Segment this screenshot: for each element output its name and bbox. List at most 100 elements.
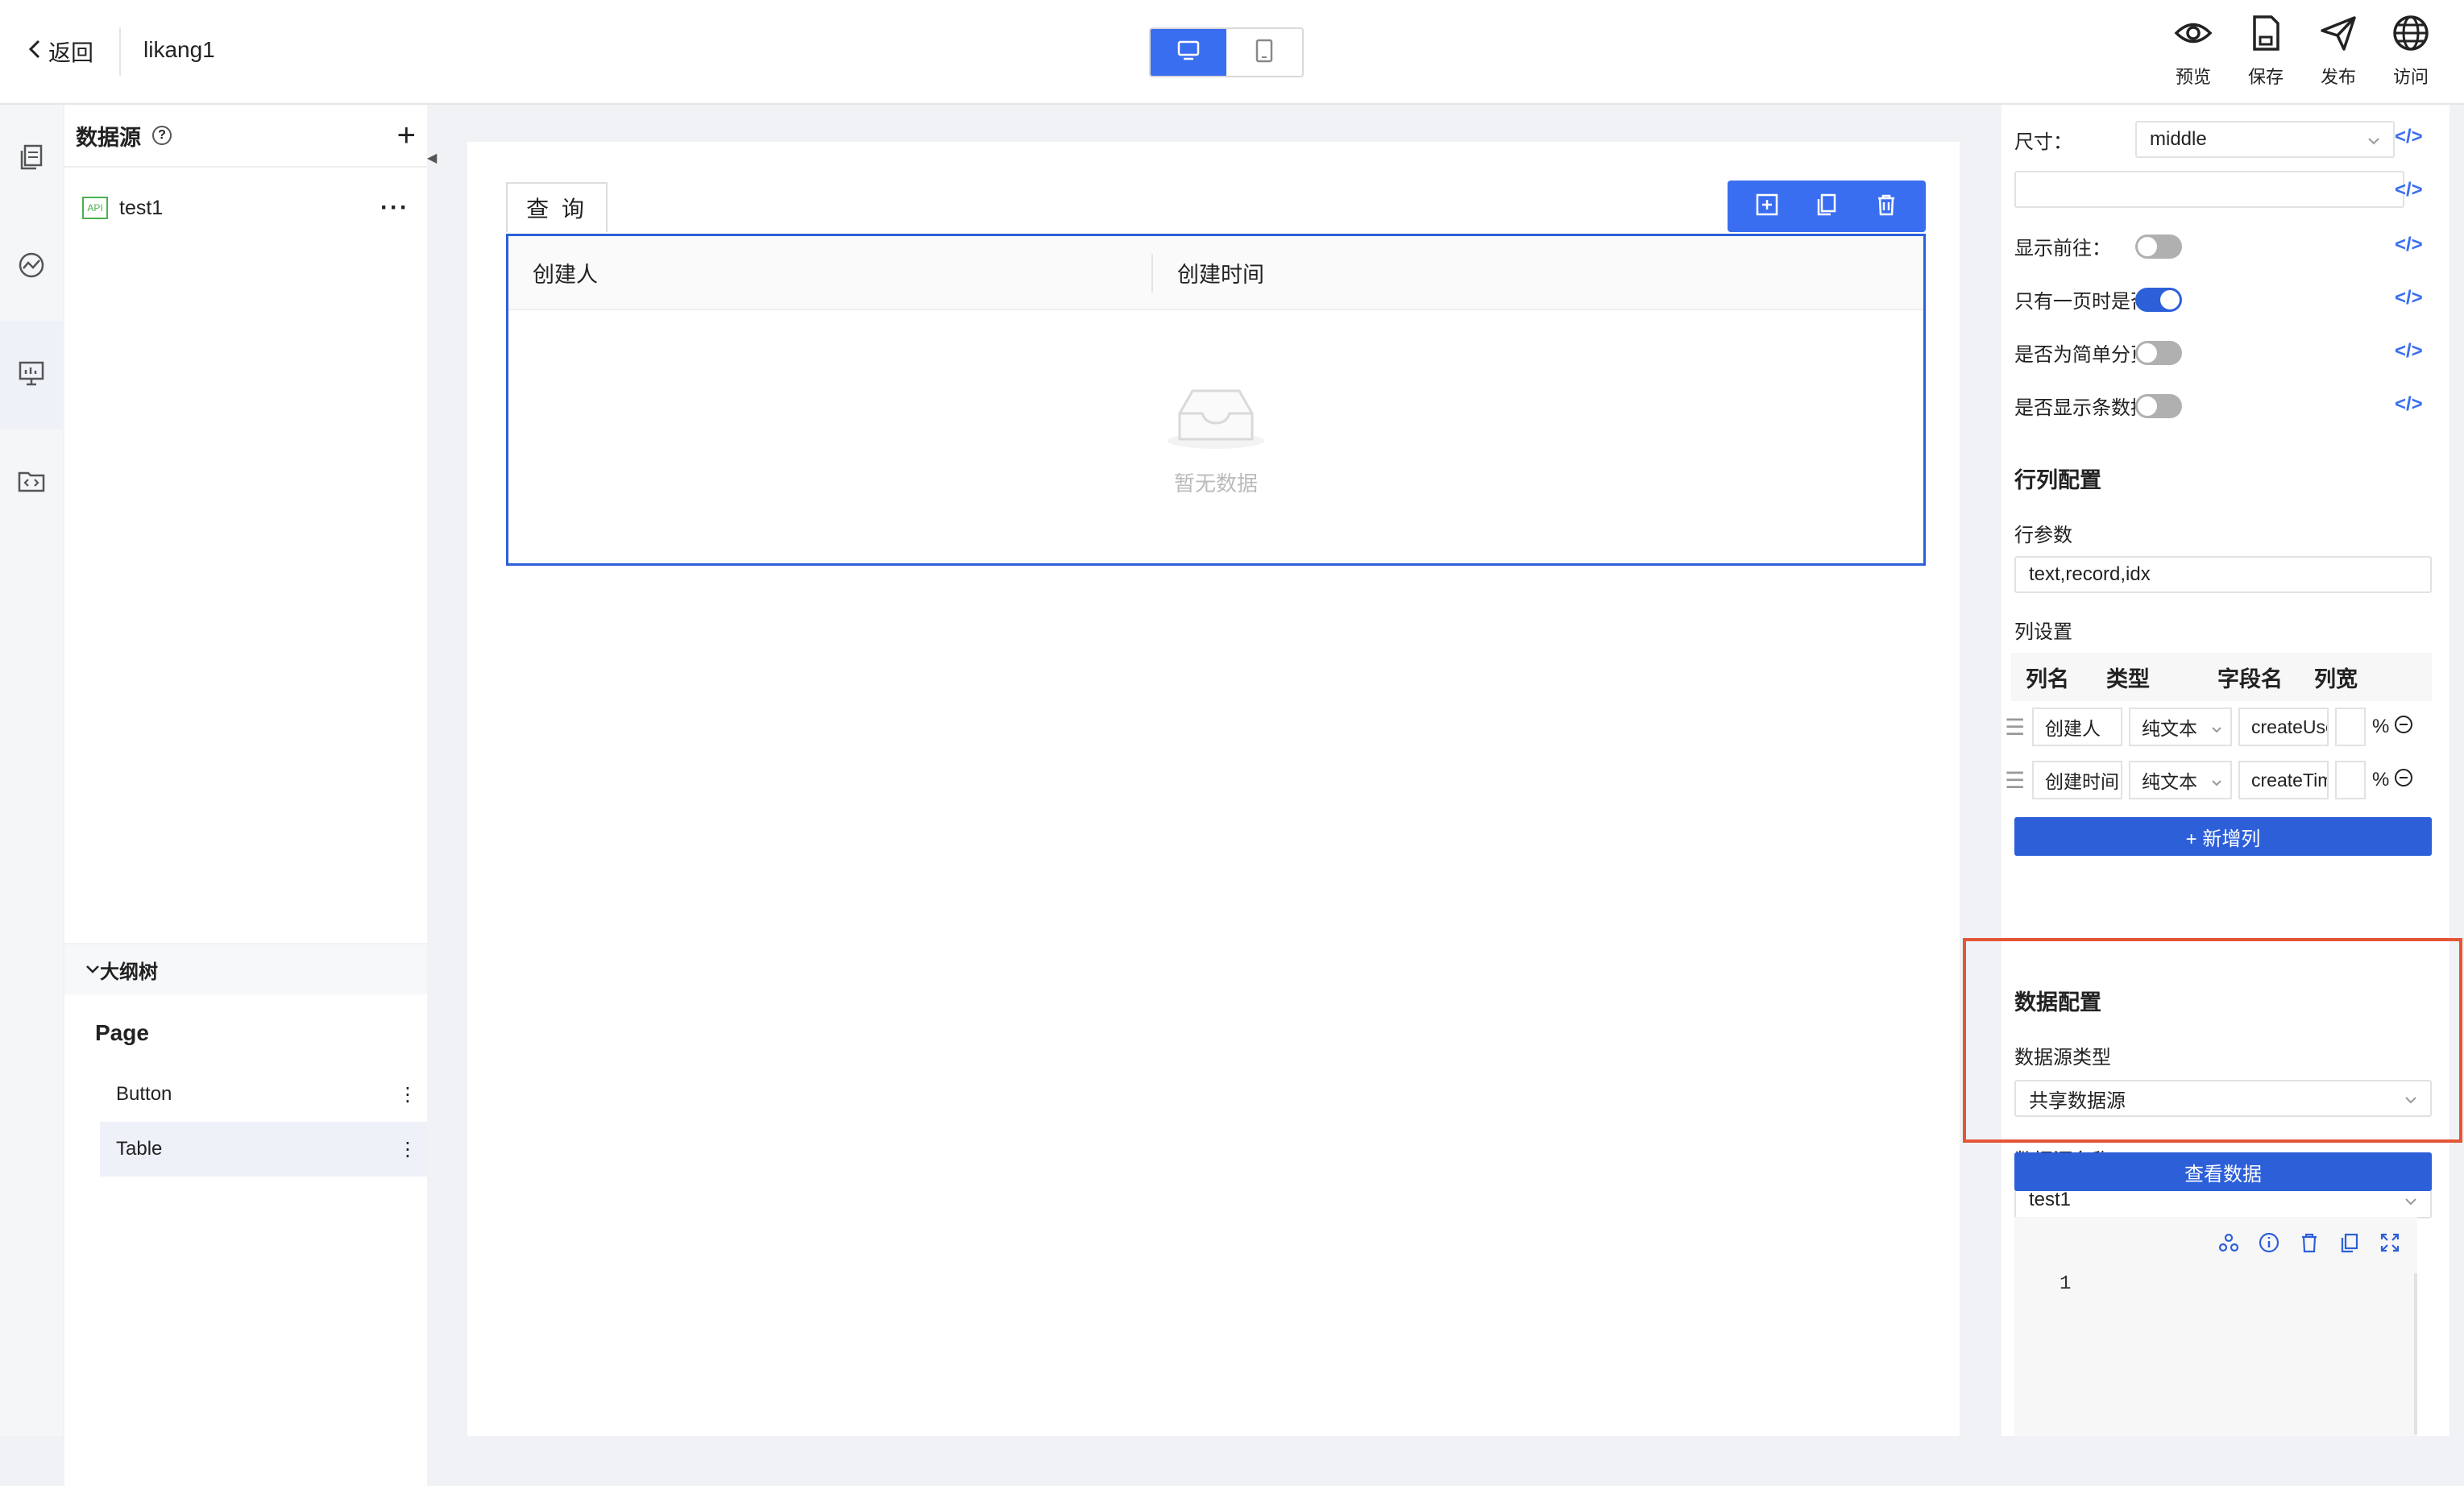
format-icon[interactable] <box>2217 1231 2240 1258</box>
view-data-button[interactable]: 查看数据 <box>2014 1152 2432 1191</box>
kebab-icon[interactable]: ⋮ <box>398 1083 417 1106</box>
help-icon[interactable]: ? <box>152 126 172 145</box>
code-toggle-icon[interactable]: </> <box>2395 340 2423 363</box>
outline-tree-header[interactable]: 大纲树 <box>64 944 427 994</box>
column-name-input[interactable]: 创建人 <box>2032 708 2122 746</box>
size-extra-input[interactable] <box>2014 171 2404 208</box>
simple-pager-label: 是否为简单分页 <box>2014 344 2135 366</box>
fullscreen-icon[interactable] <box>2379 1231 2401 1258</box>
size-row: 尺寸： middle <box>2014 121 2449 158</box>
info-icon[interactable] <box>2258 1231 2280 1258</box>
top-header: 返回 likang1 预览 保存 发布 访问 <box>0 0 2464 105</box>
rail-analytics[interactable] <box>0 213 63 321</box>
table-header-cell: 创建时间 <box>1177 262 1264 287</box>
code-toggle-icon[interactable]: </> <box>2395 287 2423 309</box>
tree-node-table[interactable]: Table ⋮ <box>100 1122 427 1177</box>
eye-icon <box>2173 13 2213 58</box>
publish-label: 发布 <box>2320 67 2356 87</box>
empty-text: 暂无数据 <box>1173 471 1258 496</box>
column-field-input[interactable]: createUser <box>2238 708 2329 746</box>
column-width-input[interactable] <box>2335 708 2366 746</box>
visit-button[interactable]: 访问 <box>2387 13 2435 89</box>
empty-state: 暂无数据 <box>508 381 1923 497</box>
data-table[interactable]: 创建人 创建时间 暂无数据 <box>506 234 1926 566</box>
tablet-view-button[interactable] <box>1226 29 1302 76</box>
preview-button[interactable]: 预览 <box>2169 13 2217 89</box>
editor-scrollbar[interactable] <box>2414 1273 2417 1434</box>
json-editor[interactable]: 1 <box>2014 1217 2417 1436</box>
row-params-input[interactable]: text,record,idx <box>2014 556 2432 593</box>
code-toggle-icon[interactable]: </> <box>2395 179 2423 201</box>
column-type-select[interactable]: 纯文本 <box>2129 761 2232 799</box>
tree-node-label: Button <box>116 1083 172 1105</box>
rowcol-section-title: 行列配置 <box>2014 468 2101 492</box>
divider <box>119 27 121 76</box>
size-select[interactable]: middle <box>2135 121 2395 158</box>
code-toggle-icon[interactable]: </> <box>2395 393 2423 416</box>
rail-pages[interactable] <box>0 105 63 213</box>
show-goto-label: 显示前往： <box>2014 238 2111 259</box>
col-header-name: 列名 <box>2026 666 2069 691</box>
code-toggle-icon[interactable]: </> <box>2395 126 2423 148</box>
column-field-input[interactable]: createTime <box>2238 761 2329 799</box>
trash-icon[interactable] <box>1873 192 1899 222</box>
drag-handle-icon[interactable]: ☰ <box>2001 767 2032 794</box>
add-box-icon[interactable] <box>1754 192 1780 222</box>
rail-code[interactable] <box>0 429 63 537</box>
editor-toolbar <box>2217 1231 2401 1258</box>
simple-pager-toggle[interactable] <box>2135 340 2182 365</box>
query-button[interactable]: 查 询 <box>506 182 608 232</box>
column-name-input[interactable]: 创建时间 <box>2032 761 2122 799</box>
desktop-view-button[interactable] <box>1151 29 1226 76</box>
pages-icon <box>17 143 46 176</box>
more-icon[interactable]: ··· <box>380 194 409 222</box>
column-width-unit: % <box>2372 716 2390 737</box>
collapse-panel-icon[interactable]: ◀ <box>427 150 437 171</box>
datasource-item-label: test1 <box>119 196 164 219</box>
back-label: 返回 <box>48 40 94 65</box>
single-page-toggle[interactable] <box>2135 287 2182 312</box>
column-settings-header: 列名 类型 字段名 列宽 <box>2011 653 2432 701</box>
design-canvas: 查 询 创建人 创建时间 暂无数据 <box>467 142 1960 1436</box>
folder-code-icon <box>17 467 46 500</box>
show-count-label: 是否显示条数据 <box>2014 397 2135 419</box>
device-switch <box>1149 27 1304 77</box>
tablet-icon <box>1255 39 1274 67</box>
column-row: ☰ 创建人 纯文本 createUser % <box>2001 708 2414 746</box>
kebab-icon[interactable]: ⋮ <box>398 1138 417 1161</box>
trash-icon[interactable] <box>2298 1231 2321 1258</box>
minus-circle-icon[interactable] <box>2393 767 2414 794</box>
publish-button[interactable]: 发布 <box>2314 13 2362 89</box>
minus-circle-icon[interactable] <box>2393 714 2414 741</box>
col-header-type: 类型 <box>2106 666 2150 691</box>
tree-node-button[interactable]: Button ⋮ <box>100 1067 427 1122</box>
visit-label: 访问 <box>2392 67 2429 87</box>
column-type-select[interactable]: 纯文本 <box>2129 708 2232 746</box>
rail-datasource[interactable] <box>0 321 68 429</box>
show-goto-toggle[interactable] <box>2135 234 2182 259</box>
tree-node-label: Table <box>116 1138 163 1160</box>
size-value: middle <box>2150 128 2207 150</box>
ds-name-value: test1 <box>2029 1189 2072 1210</box>
code-toggle-icon[interactable]: </> <box>2395 234 2423 256</box>
column-width-input[interactable] <box>2335 761 2366 799</box>
save-icon <box>2246 13 2286 58</box>
single-page-label: 只有一页时是否 <box>2014 291 2135 313</box>
tree-root-page[interactable]: Page <box>64 1002 427 1067</box>
show-count-toggle[interactable] <box>2135 393 2182 418</box>
save-button[interactable]: 保存 <box>2242 13 2290 89</box>
row-params-label: 行参数 <box>2014 525 2072 546</box>
header-toolbar: 预览 保存 发布 访问 <box>2169 13 2435 89</box>
table-header: 创建人 创建时间 <box>508 236 1923 310</box>
copy-icon[interactable] <box>2338 1231 2361 1258</box>
drag-handle-icon[interactable]: ☰ <box>2001 714 2032 741</box>
table-header-cell: 创建人 <box>508 236 1153 309</box>
add-column-button[interactable]: + 新增列 <box>2014 817 2432 856</box>
datasource-item[interactable]: API test1 ··· <box>64 168 427 248</box>
chevron-down-icon <box>2367 128 2380 151</box>
copy-icon[interactable] <box>1814 192 1840 222</box>
editor-line-number: 1 <box>2060 1273 2072 1295</box>
add-datasource-button[interactable]: + <box>397 118 416 154</box>
back-button[interactable]: 返回 <box>27 35 93 68</box>
column-row: ☰ 创建时间 纯文本 createTime % <box>2001 761 2414 799</box>
